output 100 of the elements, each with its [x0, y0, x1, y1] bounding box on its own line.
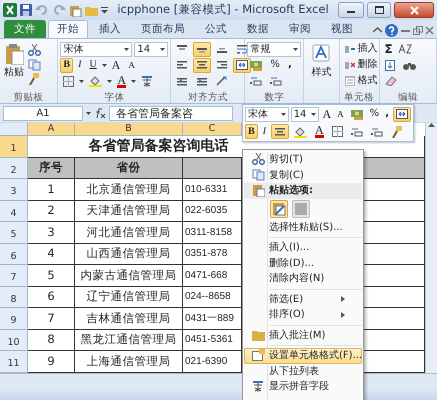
number-format-field[interactable]: 常规 — [247, 42, 302, 56]
font-name-field[interactable]: 宋体 — [245, 106, 289, 122]
bold-button[interactable]: B — [245, 124, 258, 140]
merge-cells-icon[interactable] — [393, 106, 411, 122]
ribbon-tab[interactable]: 插入 — [90, 20, 130, 38]
row-header[interactable]: 8 — [0, 286, 28, 308]
menu-item[interactable]: 筛选(E) — [244, 292, 362, 307]
close-button[interactable] — [394, 2, 434, 18]
save-icon[interactable] — [20, 4, 32, 16]
table-cell: 2 — [28, 200, 75, 222]
menu-item[interactable]: 显示拼音字段 — [244, 379, 362, 394]
menu-item[interactable]: 插入批注(M) — [244, 328, 362, 343]
paste-option-button[interactable] — [270, 200, 288, 218]
ribbon-tab[interactable]: 开始 — [48, 20, 88, 38]
bold-button[interactable]: B — [60, 58, 74, 72]
percent-button[interactable]: % — [267, 58, 283, 72]
scroll-up-arrow-icon[interactable] — [428, 123, 435, 128]
menu-item[interactable]: 剪切(T) — [244, 152, 362, 168]
header-cell: 省份 — [75, 158, 183, 179]
format-button[interactable]: 格式 — [342, 73, 380, 89]
font-size-field[interactable]: 14 — [290, 106, 318, 122]
ribbon-tab[interactable]: 页面布局 — [132, 20, 194, 38]
comma-button[interactable]: , — [383, 106, 391, 122]
group-label: 数字 — [263, 92, 286, 103]
clipboard-icon[interactable] — [69, 4, 82, 16]
formula-field[interactable]: 各省管局备案咨 — [109, 106, 233, 120]
table-cell: 北京通信管理局 — [75, 179, 183, 200]
group-label: 剪贴板 — [12, 92, 45, 103]
table-cell: 黑龙江通信管理局 — [75, 330, 183, 351]
restore-icon[interactable] — [412, 26, 422, 34]
row-header[interactable]: 2 — [0, 158, 28, 179]
row-header[interactable]: 9 — [0, 308, 28, 330]
file-tab[interactable]: 文件 — [4, 20, 46, 38]
table-cell: 7 — [28, 308, 75, 330]
row-header[interactable]: 10 — [0, 330, 28, 351]
delete-button[interactable]: 删除 — [342, 57, 380, 73]
column-header[interactable]: C — [183, 123, 242, 136]
column-header[interactable]: B — [75, 123, 183, 136]
comma-button[interactable]: , — [284, 58, 295, 72]
row-header[interactable]: 6 — [0, 244, 28, 265]
help-icon[interactable] — [385, 24, 398, 36]
font-size-field[interactable]: 14 — [134, 42, 168, 56]
row-header[interactable]: 7 — [0, 265, 28, 286]
row-header[interactable]: 1 — [0, 136, 28, 158]
table-cell: 河北通信管理局 — [75, 222, 183, 244]
row-header[interactable]: 11 — [0, 351, 28, 372]
name-box[interactable]: A1 — [3, 106, 83, 120]
menu-item[interactable]: 选择性粘贴(S)... — [244, 220, 362, 235]
ribbon-tab[interactable]: 视图 — [322, 20, 362, 38]
ribbon-tab[interactable]: 审阅 — [280, 20, 320, 38]
insert-button[interactable]: 插入 — [342, 41, 380, 57]
paste-icon — [272, 202, 286, 216]
menu-item[interactable]: 插入(I)... — [244, 240, 362, 256]
align-middle-icon[interactable] — [193, 42, 212, 56]
format-painter-icon[interactable] — [28, 73, 40, 86]
grow-font-button[interactable]: A — [320, 106, 334, 122]
menu-item[interactable]: 设置单元格格式(F)... — [244, 348, 362, 364]
maximize-button[interactable] — [367, 2, 391, 18]
font-name-field[interactable]: 宋体 — [60, 42, 132, 56]
italic-button[interactable]: I — [75, 58, 84, 72]
menu-item[interactable]: 排序(O) — [244, 307, 362, 322]
cut-icon[interactable] — [28, 44, 41, 56]
row-header[interactable]: 3 — [0, 179, 28, 200]
menu-item[interactable]: 从下拉列表 — [244, 364, 362, 379]
customize-caret-icon[interactable] — [101, 6, 108, 14]
copy-icon[interactable] — [28, 58, 42, 70]
close-icon[interactable] — [425, 26, 434, 34]
menu-item[interactable]: 复制(C) — [244, 168, 362, 183]
align-center-icon[interactable] — [271, 124, 290, 140]
autosum-button[interactable]: Σ — [382, 42, 396, 56]
menu-item[interactable]: 删除(D)... — [244, 256, 362, 271]
row-header[interactable]: 5 — [0, 222, 28, 244]
function-icon[interactable] — [94, 108, 106, 118]
grow-font-button[interactable]: A — [108, 58, 124, 72]
align-center-icon[interactable] — [193, 58, 212, 72]
font-color-button[interactable]: A — [312, 124, 327, 140]
styles-button[interactable]: 样式 — [306, 41, 336, 91]
shrink-font-button[interactable]: A — [335, 106, 346, 122]
table-cell: 8 — [28, 330, 75, 351]
percent-button[interactable]: % — [368, 106, 382, 122]
sort-filter-icon[interactable] — [398, 44, 412, 54]
column-header[interactable]: A — [28, 123, 75, 136]
minimize-button[interactable] — [338, 2, 364, 18]
menu-item[interactable]: 清除内容(N) — [244, 271, 362, 286]
italic-button[interactable]: I — [260, 124, 270, 140]
underline-button[interactable]: U — [86, 58, 100, 72]
table-cell: 1 — [28, 179, 75, 200]
collapse-ribbon-icon[interactable] — [373, 27, 382, 33]
merge-cells-icon[interactable] — [233, 58, 252, 72]
font-color-button[interactable]: A — [114, 74, 130, 88]
paste-button[interactable]: 粘贴 — [2, 41, 26, 88]
ribbon-tab[interactable]: 数据 — [238, 20, 278, 38]
row-header[interactable]: 4 — [0, 200, 28, 222]
vertical-scrollbar[interactable] — [425, 123, 437, 372]
submenu-arrow-icon — [341, 312, 345, 318]
dropdown-caret-icon — [79, 80, 84, 82]
table-cell: 3 — [28, 222, 75, 244]
shrink-font-button[interactable]: A — [125, 58, 138, 72]
format-cells-icon — [344, 76, 355, 86]
ribbon-tab[interactable]: 公式 — [196, 20, 236, 38]
